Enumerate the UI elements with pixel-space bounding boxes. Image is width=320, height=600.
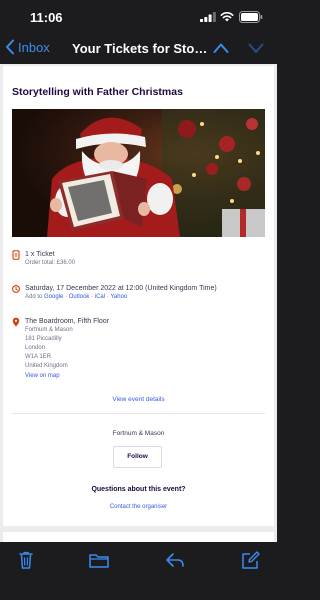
organizer-name: Fortnum & Mason bbox=[112, 430, 165, 437]
previous-message-chevron-up-icon[interactable] bbox=[213, 41, 229, 55]
questions-heading: Questions about this event? bbox=[91, 486, 186, 493]
status-time: 11:06 bbox=[30, 10, 63, 25]
cellular-signal-icon bbox=[200, 12, 216, 22]
event-title: Storytelling with Father Christmas bbox=[12, 86, 183, 98]
follow-button[interactable]: Follow bbox=[113, 446, 162, 468]
calendar-link-outlook[interactable]: Outlook bbox=[69, 294, 90, 300]
calendar-separator: · bbox=[106, 294, 109, 300]
folder-icon[interactable] bbox=[88, 550, 110, 570]
contact-organiser-link[interactable]: Contact the organiser bbox=[3, 504, 274, 510]
order-total: Order total: £36.00 bbox=[25, 260, 76, 266]
address-line: 181 Piccadilly bbox=[25, 336, 62, 342]
event-hero-image bbox=[12, 109, 265, 237]
add-to-calendar: Add to Google · Outlook · iCal · Yahoo bbox=[25, 293, 217, 302]
battery-icon bbox=[239, 11, 263, 23]
message-subject: Your Tickets for Storytelling with Fathe… bbox=[72, 41, 208, 56]
location-pin-icon bbox=[12, 317, 20, 327]
status-bar: 11:06 bbox=[0, 0, 277, 34]
clock-icon bbox=[12, 285, 20, 293]
calendar-link-google[interactable]: Google bbox=[44, 294, 63, 300]
trash-icon[interactable] bbox=[15, 550, 37, 570]
navigation-bar: Inbox Your Tickets for Storytelling with… bbox=[0, 34, 277, 64]
next-message-chevron-down-icon[interactable] bbox=[248, 41, 264, 55]
address-line: London bbox=[25, 345, 46, 351]
ticket-card: Storytelling with Father Christmas 1 x T… bbox=[3, 66, 274, 526]
email-body[interactable]: Storytelling with Father Christmas 1 x T… bbox=[0, 64, 277, 542]
back-to-inbox-button[interactable]: Inbox bbox=[5, 39, 50, 55]
calendar-link-ical[interactable]: iCal bbox=[95, 294, 105, 300]
compose-icon[interactable] bbox=[240, 550, 262, 570]
calendar-link-yahoo[interactable]: Yahoo bbox=[110, 294, 127, 300]
view-event-details-link[interactable]: View event details bbox=[3, 396, 274, 403]
calendar-separator: · bbox=[65, 294, 68, 300]
address-line: W1A 1ER bbox=[25, 354, 52, 360]
divider bbox=[12, 413, 265, 414]
wifi-icon bbox=[220, 12, 234, 22]
chevron-left-icon bbox=[6, 39, 14, 55]
back-label: Inbox bbox=[18, 39, 50, 55]
address-line: United Kingdom bbox=[25, 363, 68, 369]
next-card bbox=[3, 532, 274, 542]
calendar-separator: · bbox=[91, 294, 94, 300]
bottom-toolbar bbox=[0, 542, 277, 600]
ticket-icon bbox=[12, 250, 20, 260]
add-to-label: Add to bbox=[25, 294, 43, 300]
ticket-quantity: 1 x Ticket bbox=[25, 251, 55, 258]
view-on-map-link[interactable]: View on map bbox=[25, 371, 109, 381]
event-date: Saturday, 17 December 2022 at 12:00 (Uni… bbox=[25, 285, 217, 292]
venue-name: The Boardroom, Fifth Floor bbox=[25, 318, 110, 325]
reply-icon[interactable] bbox=[164, 550, 186, 570]
address-line: Fortnum & Mason bbox=[25, 327, 73, 333]
